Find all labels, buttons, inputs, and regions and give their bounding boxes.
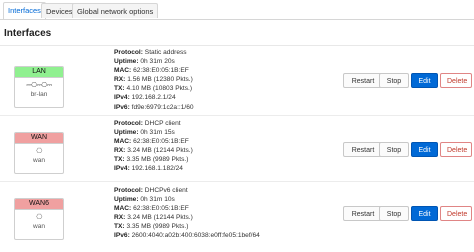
protocol-value: Static address	[144, 49, 187, 56]
ethernet-port-icon: ⎔	[36, 214, 42, 221]
ipv4-value: 192.168.2.1/24	[131, 94, 176, 102]
rx-value: 1.56 MB (12380 Pkts.)	[127, 76, 193, 84]
device-name: br-lan	[30, 91, 48, 98]
tab-interfaces[interactable]: Interfaces	[3, 2, 46, 19]
delete-button[interactable]: Delete	[440, 142, 472, 157]
restart-button[interactable]: Restart	[343, 73, 383, 88]
edit-button[interactable]: Edit	[411, 206, 438, 221]
ipv4-value: 192.168.1.182/24	[131, 165, 183, 173]
edit-button[interactable]: Edit	[411, 142, 438, 157]
device-name: wan	[33, 157, 45, 164]
rx-value: 3.24 MB (12144 Pkts.)	[127, 147, 193, 155]
delete-button[interactable]: Delete	[440, 206, 472, 221]
tx-value: 4.10 MB (10803 Pkts.)	[126, 85, 193, 93]
mac-value: 62:38:E0:05:1B:EF	[133, 138, 189, 146]
section-title: Interfaces	[4, 28, 52, 39]
ipv6-value: fd9e:6979:1c2a::1/60	[131, 103, 194, 111]
row-divider	[0, 115, 474, 116]
ethernet-port-icon: ⎔	[36, 148, 42, 155]
interface-row-wan: WAN ⎔ wan Protocol: DHCP client Uptime: …	[0, 117, 474, 185]
restart-button[interactable]: Restart	[343, 206, 383, 221]
mac-value: 62:38:E0:05:1B:EF	[133, 205, 189, 213]
interface-status: Protocol: DHCPv6 client Uptime: 0h 31m 1…	[114, 187, 260, 240]
interface-badge: WAN6 ⎔ wan	[14, 198, 64, 240]
uptime-value: 0h 31m 10s	[140, 196, 175, 204]
ipv6-value: 2600:4040:a02b:400:6038:e0ff:fe05:1bef/6…	[131, 232, 260, 240]
protocol-value: DHCP client	[144, 120, 181, 127]
stop-button[interactable]: Stop	[379, 73, 409, 88]
uptime-value: 0h 31m 20s	[140, 58, 175, 66]
bridge-icon: ⎓⎔⎓⎔⎓	[26, 82, 52, 89]
protocol-value: DHCPv6 client	[144, 187, 188, 194]
stop-button[interactable]: Stop	[379, 206, 409, 221]
stop-button[interactable]: Stop	[379, 142, 409, 157]
device-name: wan	[33, 223, 45, 230]
interface-status: Protocol: Static address Uptime: 0h 31m …	[114, 49, 194, 111]
interface-badge: WAN ⎔ wan	[14, 132, 64, 174]
tab-bar: Interfaces Devices Global network option…	[0, 0, 474, 20]
interface-name: WAN6	[15, 199, 63, 210]
tab-global-network-options[interactable]: Global network options	[72, 3, 159, 18]
interface-name: LAN	[15, 67, 63, 78]
interface-status: Protocol: DHCP client Uptime: 0h 31m 15s…	[114, 120, 193, 173]
interface-name: WAN	[15, 133, 63, 144]
rx-value: 3.24 MB (12144 Pkts.)	[127, 214, 193, 222]
restart-button[interactable]: Restart	[343, 142, 383, 157]
row-divider	[0, 181, 474, 182]
uptime-value: 0h 31m 15s	[140, 129, 175, 137]
edit-button[interactable]: Edit	[411, 73, 438, 88]
tx-value: 3.35 MB (9989 Pkts.)	[126, 223, 189, 231]
interface-row-wan6: WAN6 ⎔ wan Protocol: DHCPv6 client Uptim…	[0, 184, 474, 252]
interface-row-lan: LAN ⎓⎔⎓⎔⎓ br-lan Protocol: Static addres…	[0, 46, 474, 114]
interface-badge: LAN ⎓⎔⎓⎔⎓ br-lan	[14, 66, 64, 108]
tx-value: 3.35 MB (9989 Pkts.)	[126, 156, 189, 164]
mac-value: 62:38:E0:05:1B:EF	[133, 67, 189, 75]
delete-button[interactable]: Delete	[440, 73, 472, 88]
